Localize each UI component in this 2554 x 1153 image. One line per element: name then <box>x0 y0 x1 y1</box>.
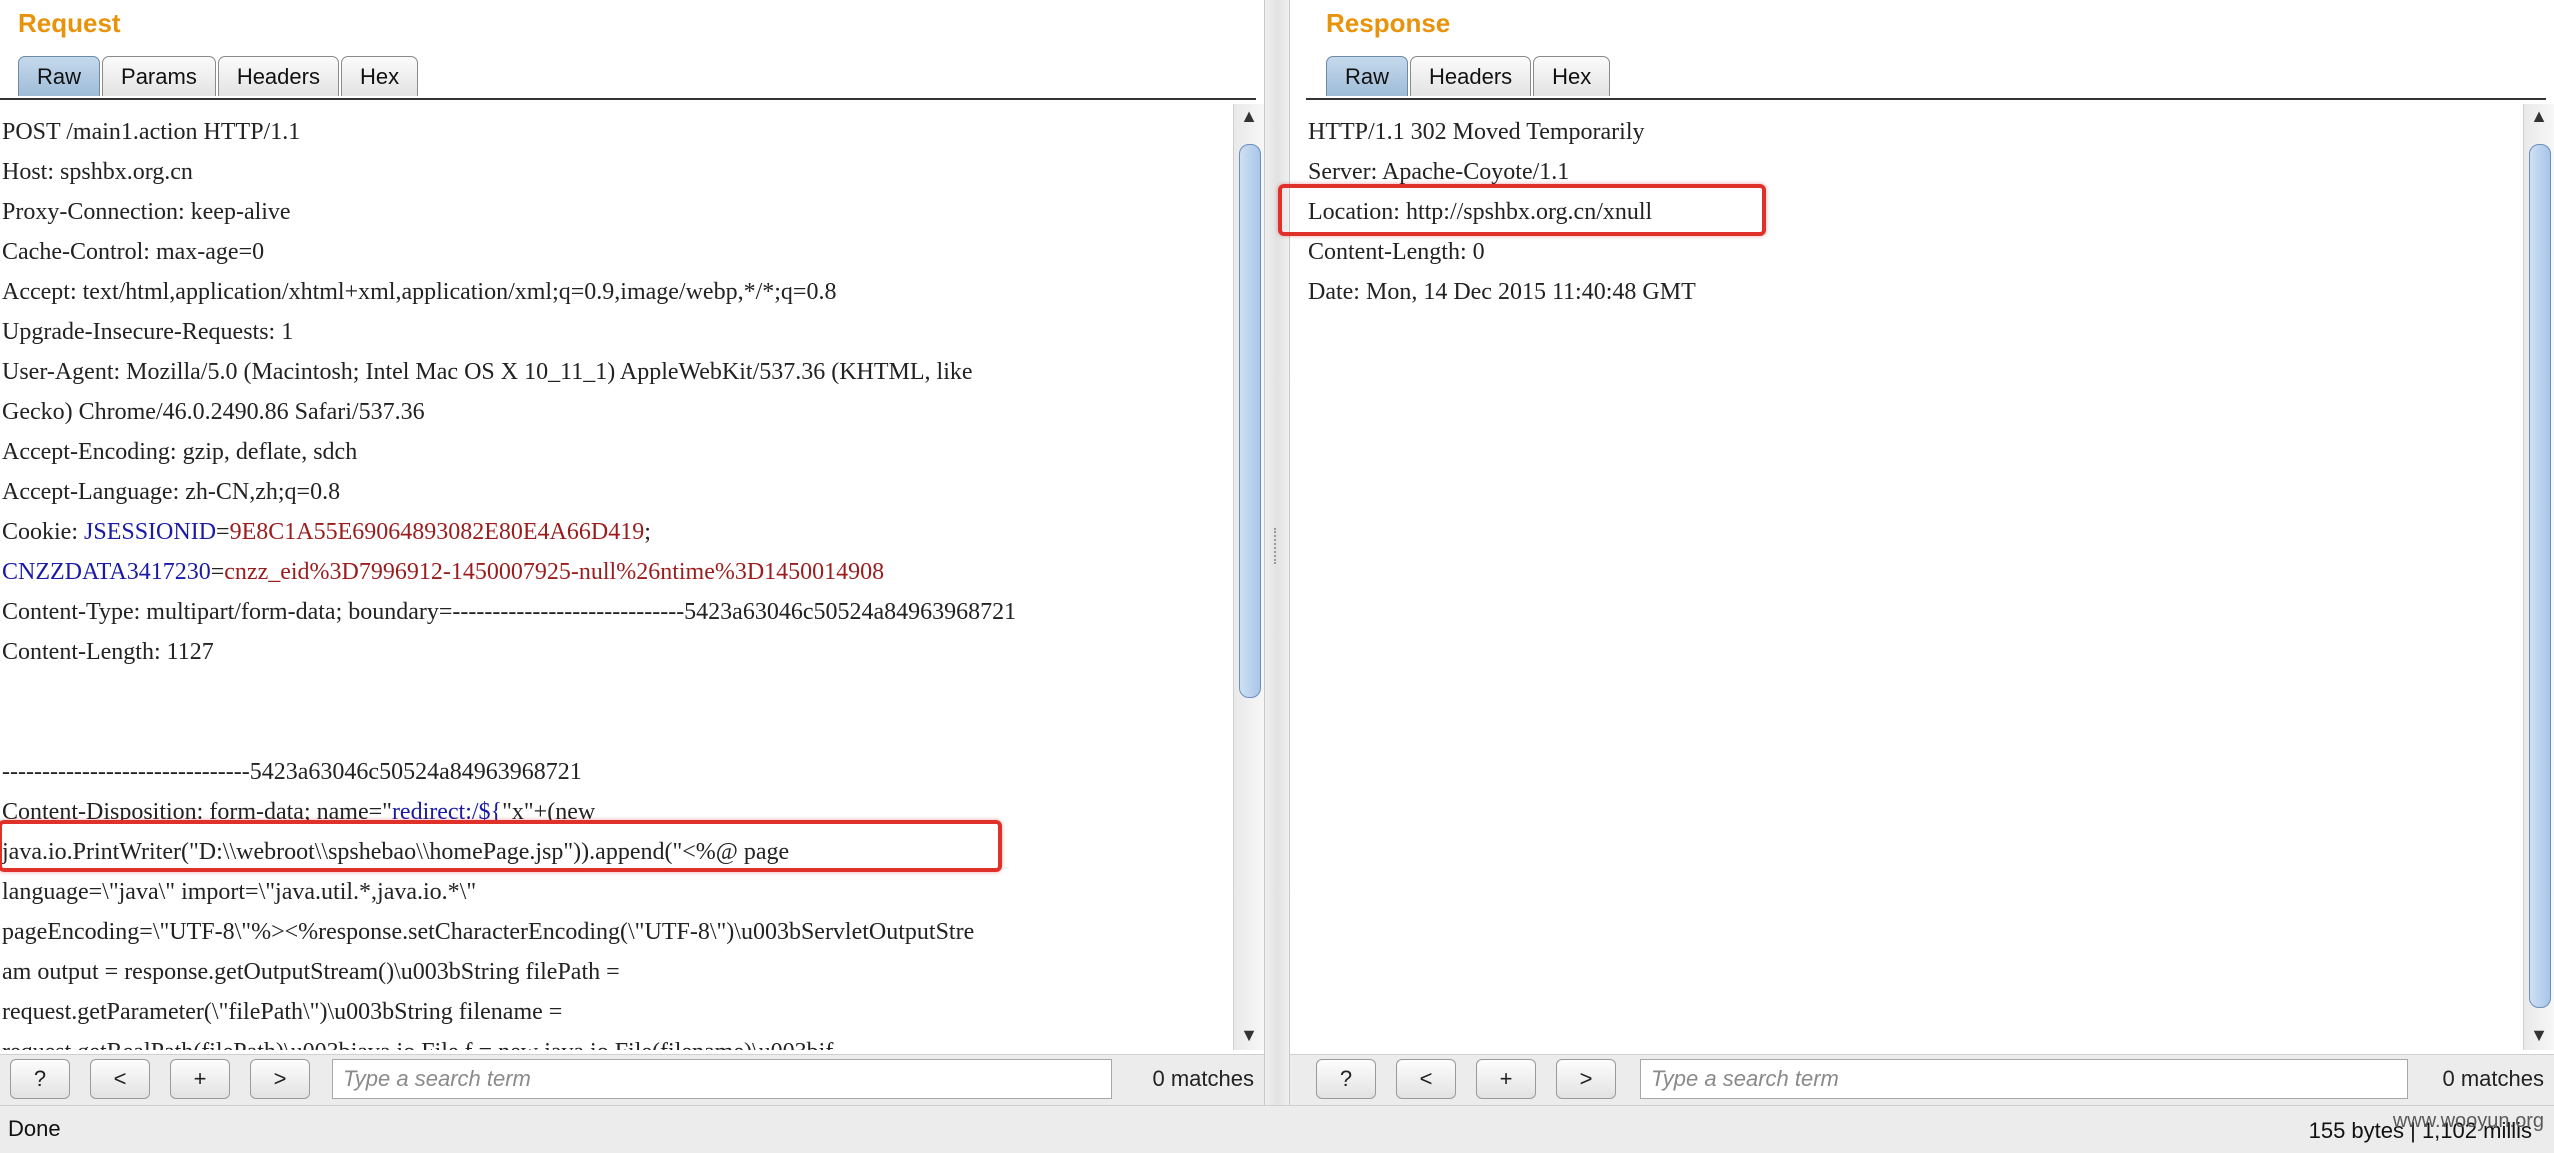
response-pane: Response Raw Headers Hex HTTP/1.1 302 Mo… <box>1278 0 2554 1107</box>
help-button[interactable]: ? <box>10 1059 70 1099</box>
response-editor[interactable]: HTTP/1.1 302 Moved Temporarily Server: Ap… <box>1306 104 2554 1050</box>
prev-match-button[interactable]: < <box>90 1059 150 1099</box>
request-line[interactable]: Gecko) Chrome/46.0.2490.86 Safari/537.36 <box>2 392 1234 432</box>
prev-match-button[interactable]: < <box>1396 1059 1456 1099</box>
request-line[interactable] <box>2 672 1234 712</box>
search-input[interactable]: Type a search term <box>1640 1059 2408 1099</box>
request-line[interactable]: Content-Type: multipart/form-data; bound… <box>2 592 1234 632</box>
tab-underline <box>1306 98 2546 100</box>
request-line[interactable]: POST /main1.action HTTP/1.1 <box>2 112 1234 152</box>
request-line[interactable] <box>2 712 1234 752</box>
request-line[interactable]: request.getRealPath(filePath)\u003bjava.… <box>2 1032 1234 1050</box>
tab-raw[interactable]: Raw <box>1326 56 1409 96</box>
tab-underline <box>0 98 1256 100</box>
request-tabs: Raw Params Headers Hex <box>18 56 420 98</box>
request-text[interactable]: POST /main1.action HTTP/1.1 Host: spshbx.… <box>2 112 1234 1050</box>
request-line[interactable]: Accept: text/html,application/xhtml+xml,… <box>2 272 1234 312</box>
tab-raw[interactable]: Raw <box>18 56 101 96</box>
highlight-box-location <box>1278 184 1766 236</box>
request-line[interactable]: language=\"java\" import=\"java.util.*,j… <box>2 872 1234 912</box>
scroll-up-icon[interactable]: ▲ <box>2524 106 2554 127</box>
watermark: www.wooyun.org <box>2392 1110 2544 1132</box>
request-line[interactable]: pageEncoding=\"UTF-8\"%><%response.setCh… <box>2 912 1234 952</box>
response-tabs: Raw Headers Hex <box>1326 56 1612 98</box>
scroll-thumb[interactable] <box>1239 144 1261 698</box>
request-search-bar: ? < + > Type a search term 0 matches <box>0 1054 1264 1107</box>
request-line[interactable]: Proxy-Connection: keep-alive <box>2 192 1234 232</box>
request-line[interactable]: Upgrade-Insecure-Requests: 1 <box>2 312 1234 352</box>
request-line[interactable]: CNZZDATA3417230=cnzz_eid%3D7996912-14500… <box>2 552 1234 592</box>
scroll-down-icon[interactable]: ▼ <box>1234 1025 1264 1046</box>
request-line[interactable]: am output = response.getOutputStream()\u… <box>2 952 1234 992</box>
tab-params[interactable]: Params <box>102 56 216 96</box>
scroll-thumb[interactable] <box>2529 144 2551 1008</box>
request-pane: Request Raw Params Headers Hex POST /mai… <box>0 0 1264 1107</box>
tab-headers[interactable]: Headers <box>1410 56 1532 96</box>
highlight-box-payload <box>0 820 1002 872</box>
help-button[interactable]: ? <box>1316 1059 1376 1099</box>
request-line[interactable]: Host: spshbx.org.cn <box>2 152 1234 192</box>
response-line[interactable]: HTTP/1.1 302 Moved Temporarily <box>1308 112 2524 152</box>
response-title: Response <box>1326 8 1451 38</box>
request-line[interactable]: Content-Length: 1127 <box>2 632 1234 672</box>
next-match-button[interactable]: > <box>1556 1059 1616 1099</box>
add-match-button[interactable]: + <box>1476 1059 1536 1099</box>
request-line[interactable]: Cache-Control: max-age=0 <box>2 232 1234 272</box>
match-count: 0 matches <box>2442 1066 2545 1091</box>
response-line[interactable]: Content-Length: 0 <box>1308 232 2524 272</box>
request-line[interactable]: -------------------------------5423a6304… <box>2 752 1234 792</box>
status-text: Done <box>8 1116 61 1141</box>
response-scrollbar[interactable]: ▲ ▼ <box>2523 104 2554 1050</box>
request-scrollbar[interactable]: ▲ ▼ <box>1233 104 1264 1050</box>
scroll-up-icon[interactable]: ▲ <box>1234 106 1264 127</box>
request-line[interactable]: Accept-Encoding: gzip, deflate, sdch <box>2 432 1234 472</box>
status-bar: Done 155 bytes | 1,102 millis www.wooyun… <box>0 1105 2554 1153</box>
request-line[interactable]: Cookie: JSESSIONID=9E8C1A55E69064893082E… <box>2 512 1234 552</box>
tab-headers[interactable]: Headers <box>217 56 339 96</box>
scroll-down-icon[interactable]: ▼ <box>2524 1025 2554 1046</box>
request-title: Request <box>18 8 121 38</box>
next-match-button[interactable]: > <box>250 1059 310 1099</box>
request-line[interactable]: request.getParameter(\"filePath\")\u003b… <box>2 992 1234 1032</box>
match-count: 0 matches <box>1152 1066 1255 1091</box>
request-editor[interactable]: POST /main1.action HTTP/1.1 Host: spshbx.… <box>0 104 1264 1050</box>
add-match-button[interactable]: + <box>170 1059 230 1099</box>
tab-hex[interactable]: Hex <box>1533 56 1611 96</box>
divider-grip-icon[interactable] <box>1274 528 1282 564</box>
request-line[interactable]: User-Agent: Mozilla/5.0 (Macintosh; Inte… <box>2 352 1234 392</box>
request-line[interactable]: Accept-Language: zh-CN,zh;q=0.8 <box>2 472 1234 512</box>
search-input[interactable]: Type a search term <box>332 1059 1112 1099</box>
tab-hex[interactable]: Hex <box>340 56 419 96</box>
response-line[interactable]: Date: Mon, 14 Dec 2015 11:40:48 GMT <box>1308 272 2524 312</box>
split-divider[interactable] <box>1264 0 1290 1105</box>
response-search-bar: ? < + > Type a search term 0 matches <box>1290 1054 2554 1107</box>
